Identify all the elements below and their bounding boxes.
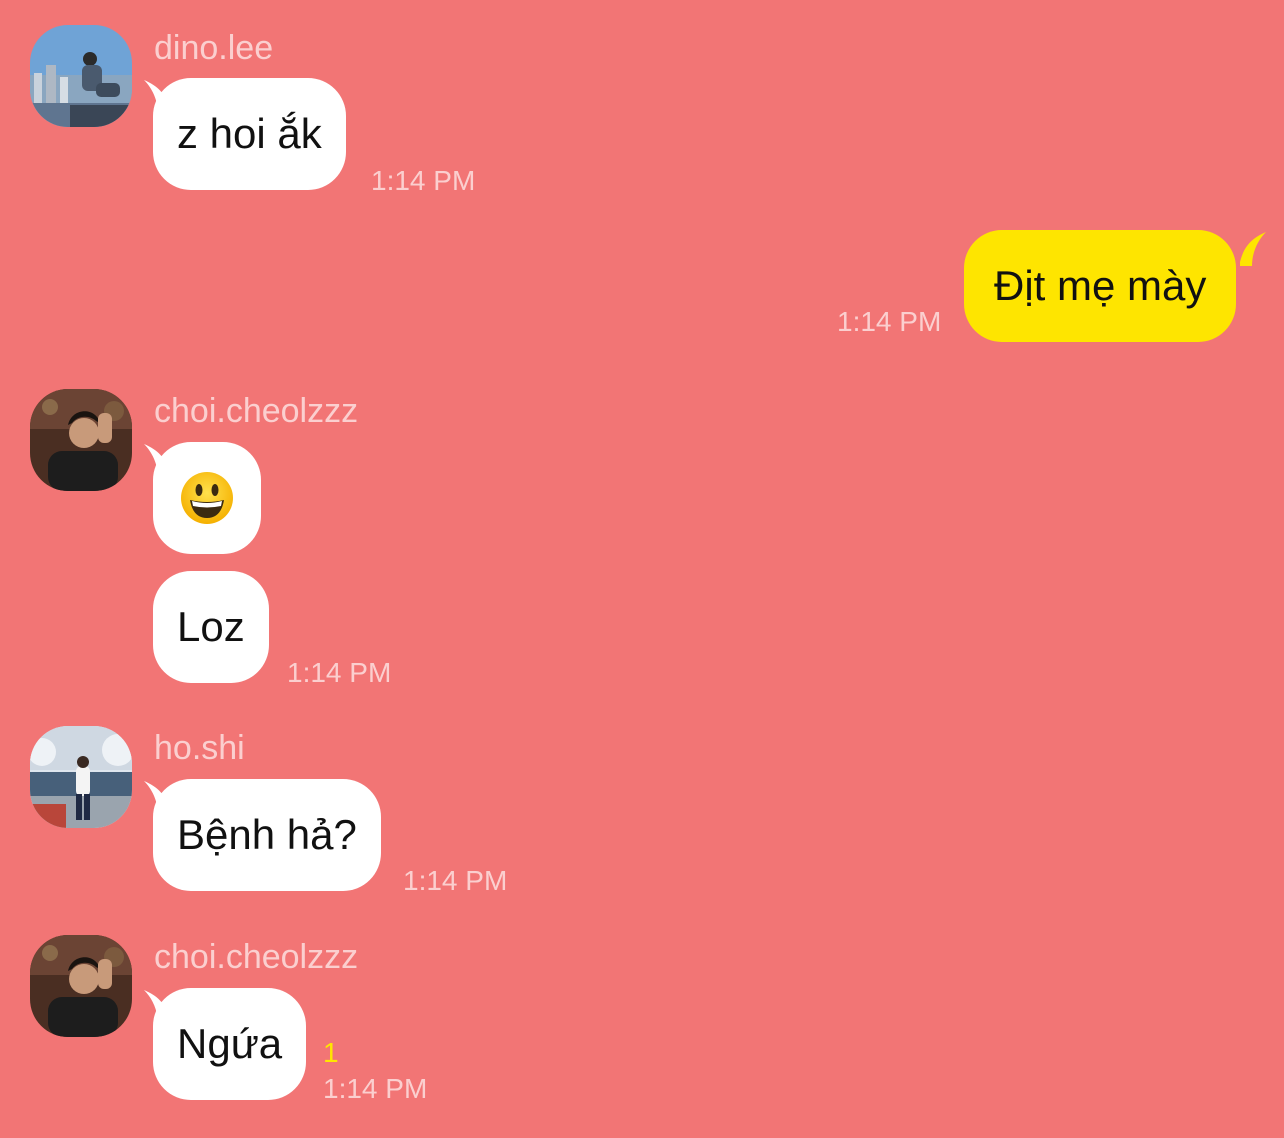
portrait-photo <box>30 935 132 1037</box>
avatar-ho-shi[interactable] <box>30 726 132 828</box>
message-time: 1:14 PM <box>371 165 476 196</box>
message-bubble[interactable]: Loz <box>153 571 269 683</box>
message-bubble[interactable]: z hoi ắk <box>153 78 346 190</box>
avatar-dino-lee[interactable] <box>30 25 132 127</box>
sender-name: choi.cheolzzz <box>154 938 359 976</box>
unread-count: 1 <box>323 1037 339 1068</box>
sender-name: dino.lee <box>154 29 274 67</box>
my-message-bubble[interactable]: Địt mẹ mày <box>964 230 1237 342</box>
portrait-photo <box>30 389 132 491</box>
message-time: 1:14 PM <box>323 1073 428 1104</box>
message-time: 1:14 PM <box>837 306 942 337</box>
message-bubble[interactable]: Ngứa <box>153 988 307 1100</box>
grinning-face-icon <box>181 472 233 524</box>
avatar-choi-cheolzzz[interactable] <box>30 935 132 1037</box>
snow-street-photo <box>30 726 132 828</box>
avatar-choi-cheolzzz[interactable] <box>30 389 132 491</box>
sender-name: choi.cheolzzz <box>154 392 359 430</box>
emoji-message-bubble[interactable] <box>153 442 261 554</box>
sender-name: ho.shi <box>154 729 245 767</box>
message-time: 1:14 PM <box>287 657 392 688</box>
message-bubble[interactable]: Bệnh hả? <box>153 779 381 891</box>
city-rooftop-photo <box>30 25 132 127</box>
message-time: 1:14 PM <box>403 865 508 896</box>
bubble-tail <box>1240 232 1266 266</box>
